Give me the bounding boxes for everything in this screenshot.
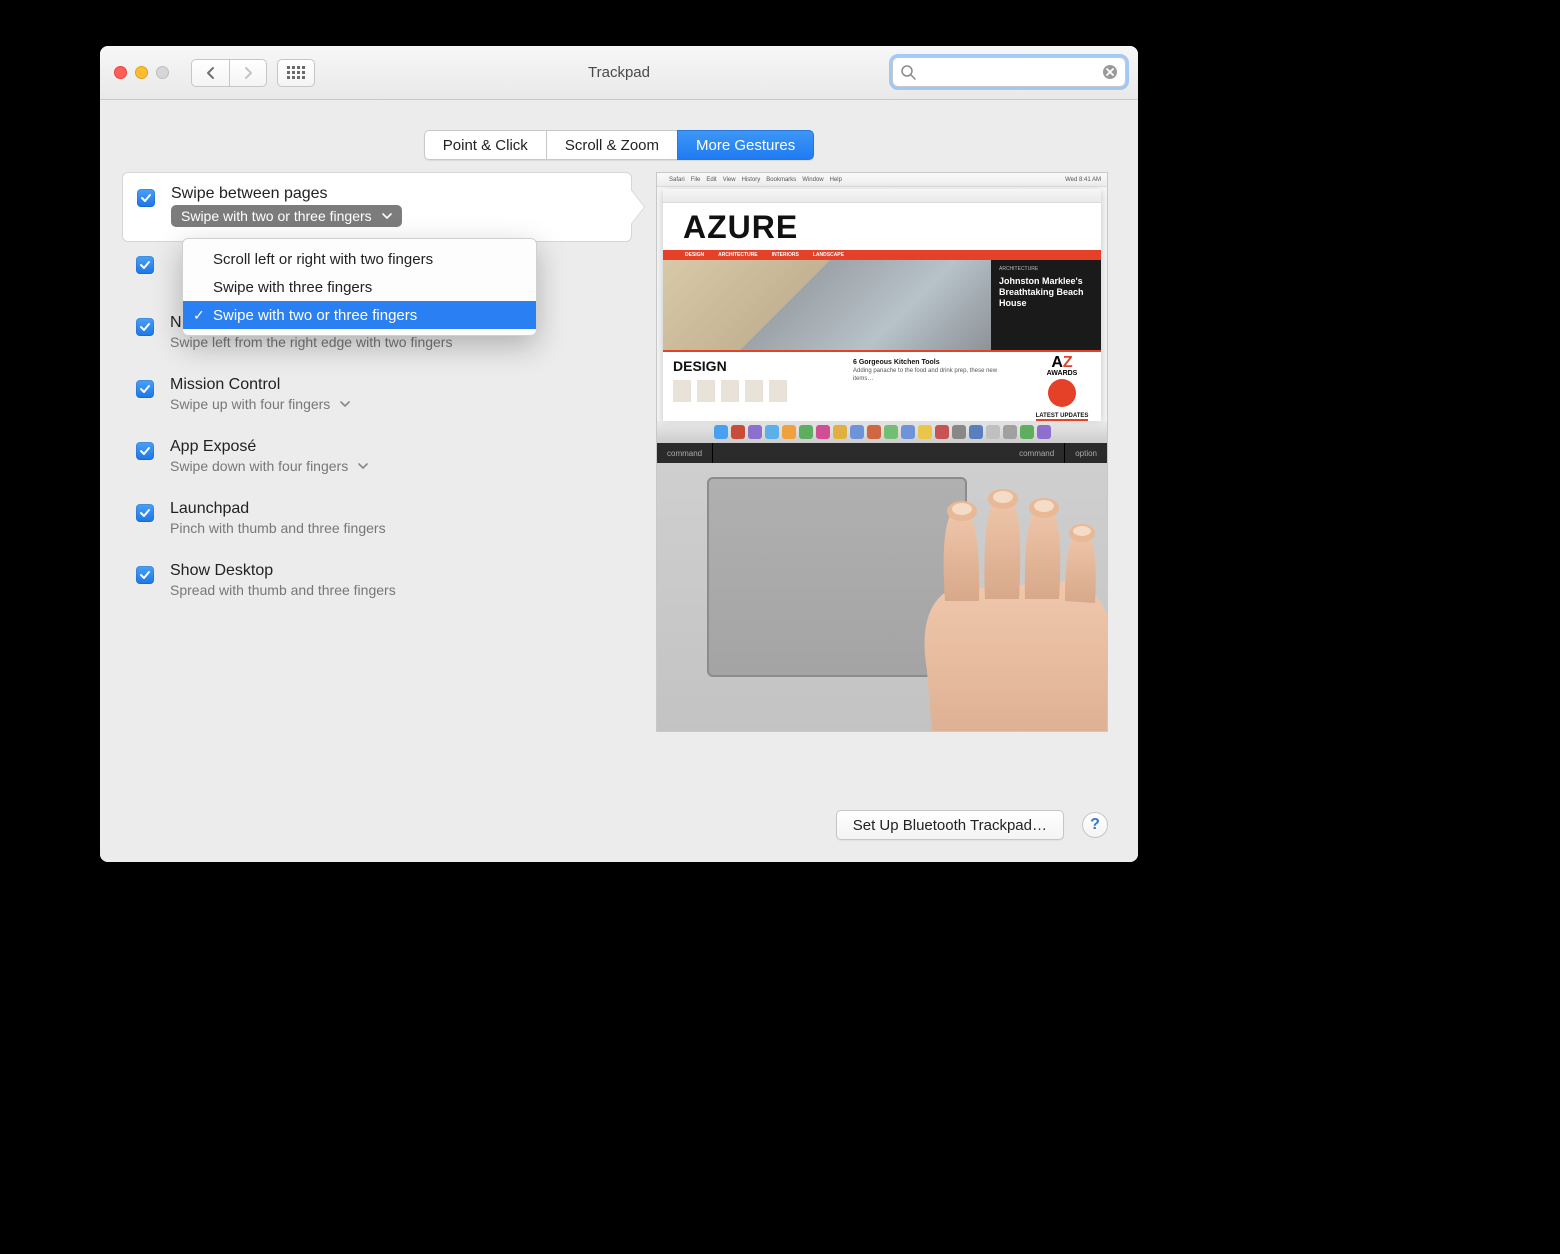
tabs-row: Point & Click Scroll & Zoom More Gesture… xyxy=(100,130,1138,160)
preview-awards-widget: AZ AWARDS LATEST UPDATES xyxy=(1023,352,1101,420)
chevron-down-icon xyxy=(358,462,368,470)
grid-icon xyxy=(287,66,305,79)
search-input[interactable] xyxy=(892,57,1126,87)
gesture-launchpad[interactable]: Launchpad Pinch with thumb and three fin… xyxy=(122,488,632,550)
gesture-title: Launchpad xyxy=(170,500,386,518)
gesture-mission-control[interactable]: Mission Control Swipe up with four finge… xyxy=(122,364,632,426)
gesture-swipe-between-pages[interactable]: Swipe between pages Swipe with two or th… xyxy=(122,172,632,242)
dropdown-menu[interactable]: Scroll left or right with two fingers Sw… xyxy=(182,238,537,336)
trackpad-preferences-window: Trackpad Point & Click Scroll & Zoom Mor… xyxy=(100,46,1138,862)
gesture-subtitle-dropdown[interactable]: Swipe with two or three fingers xyxy=(171,205,402,227)
check-icon xyxy=(139,321,151,333)
check-icon xyxy=(140,192,152,204)
gesture-subtitle-dropdown[interactable]: Swipe up with four fingers xyxy=(170,396,350,412)
checkbox-show-desktop[interactable] xyxy=(136,566,154,584)
minimize-window-button[interactable] xyxy=(135,66,148,79)
checkbox-swipe-fullscreen-apps[interactable] xyxy=(136,256,154,274)
checkbox-notification-center[interactable] xyxy=(136,318,154,336)
dropdown-option-1[interactable]: Swipe with three fingers xyxy=(183,273,536,301)
checkbox-launchpad[interactable] xyxy=(136,504,154,522)
checkbox-swipe-between-pages[interactable] xyxy=(137,189,155,207)
preview-hero: ARCHITECTURE Johnston Marklee's Breathta… xyxy=(663,260,1101,350)
dropdown-option-0[interactable]: Scroll left or right with two fingers xyxy=(183,245,536,273)
gesture-subtitle: Pinch with thumb and three fingers xyxy=(170,520,386,536)
nav-buttons xyxy=(191,59,267,87)
gesture-list: Swipe between pages Swipe with two or th… xyxy=(122,172,632,732)
clear-search-icon[interactable] xyxy=(1102,64,1118,80)
preview-dock xyxy=(657,421,1107,443)
dropdown-option-2[interactable]: Swipe with two or three fingers xyxy=(183,301,536,329)
search-icon xyxy=(900,64,916,80)
preview-trackpad-area xyxy=(657,463,1107,731)
titlebar: Trackpad xyxy=(100,46,1138,100)
gesture-title: Show Desktop xyxy=(170,562,396,580)
gesture-title: Swipe between pages xyxy=(171,185,402,203)
forward-button xyxy=(229,59,267,87)
chevron-down-icon xyxy=(382,212,392,220)
preview-screen: Safari File Edit View History Bookmarks … xyxy=(657,173,1107,443)
chevron-right-icon xyxy=(243,66,253,80)
check-icon xyxy=(139,383,151,395)
setup-bluetooth-trackpad-button[interactable]: Set Up Bluetooth Trackpad… xyxy=(836,810,1064,840)
preview-nav-bar: DESIGN ARCHITECTURE INTERIORS LANDSCAPE xyxy=(663,250,1101,260)
tab-point-and-click[interactable]: Point & Click xyxy=(424,130,547,160)
show-all-button[interactable] xyxy=(277,59,315,87)
gesture-preview: Safari File Edit View History Bookmarks … xyxy=(656,172,1108,732)
check-icon xyxy=(139,445,151,457)
footer-row: Set Up Bluetooth Trackpad… ? xyxy=(836,810,1108,840)
check-icon xyxy=(139,569,151,581)
preview-site-logo: AZURE xyxy=(663,203,1101,250)
window-controls xyxy=(114,66,169,79)
gesture-title: App Exposé xyxy=(170,438,368,456)
checkbox-mission-control[interactable] xyxy=(136,380,154,398)
gesture-subtitle: Swipe left from the right edge with two … xyxy=(170,334,452,350)
close-window-button[interactable] xyxy=(114,66,127,79)
zoom-window-button xyxy=(156,66,169,79)
checkbox-app-expose[interactable] xyxy=(136,442,154,460)
check-icon xyxy=(139,259,151,271)
preview-keyboard: command command option xyxy=(657,443,1107,463)
preferences-body: Point & Click Scroll & Zoom More Gesture… xyxy=(100,100,1138,862)
check-icon xyxy=(139,507,151,519)
chevron-down-icon xyxy=(340,400,350,408)
gesture-subtitle: Spread with thumb and three fingers xyxy=(170,582,396,598)
preview-section-heading: DESIGN xyxy=(673,358,837,374)
search-field-wrap xyxy=(892,57,1126,87)
help-button[interactable]: ? xyxy=(1082,812,1108,838)
preview-hand xyxy=(867,471,1108,732)
tab-scroll-and-zoom[interactable]: Scroll & Zoom xyxy=(547,130,677,160)
tab-more-gestures[interactable]: More Gestures xyxy=(677,130,814,160)
gesture-show-desktop[interactable]: Show Desktop Spread with thumb and three… xyxy=(122,550,632,612)
content-row: Swipe between pages Swipe with two or th… xyxy=(100,172,1138,732)
preview-menubar: Safari File Edit View History Bookmarks … xyxy=(657,173,1107,187)
chevron-left-icon xyxy=(206,66,216,80)
back-button[interactable] xyxy=(191,59,229,87)
gesture-title: Mission Control xyxy=(170,376,350,394)
gesture-app-expose[interactable]: App Exposé Swipe down with four fingers xyxy=(122,426,632,488)
gesture-subtitle-dropdown[interactable]: Swipe down with four fingers xyxy=(170,458,368,474)
preview-browser-window: AZURE DESIGN ARCHITECTURE INTERIORS LAND… xyxy=(663,189,1101,421)
